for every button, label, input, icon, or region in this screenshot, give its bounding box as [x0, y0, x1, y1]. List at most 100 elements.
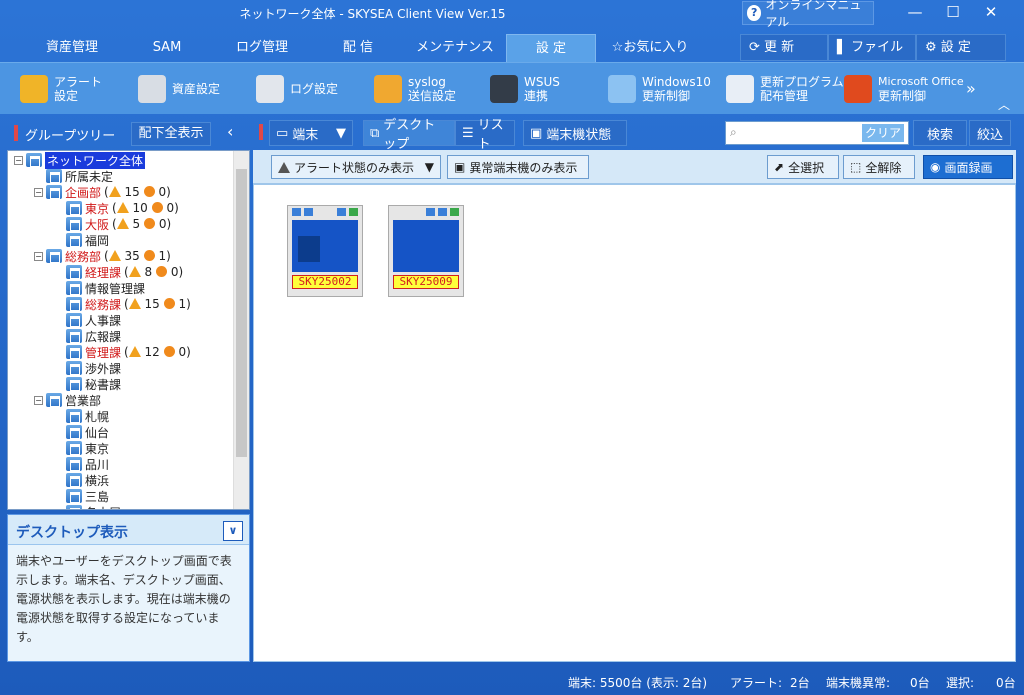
record-icon: ◉	[930, 160, 941, 174]
tree-node-label: 所属未定	[65, 169, 114, 184]
tree-node[interactable]: − 営業部	[34, 392, 101, 408]
collapse-pane-icon[interactable]: ‹	[227, 122, 233, 141]
tree-node[interactable]: 東京( 10 0)	[54, 200, 179, 216]
warning-icon	[108, 250, 121, 261]
gear-icon: ⚙	[925, 40, 941, 55]
close-icon[interactable]: ✕	[972, 0, 1010, 24]
refresh-button[interactable]: ⟳ 更 新	[740, 34, 828, 61]
alert-settings-button[interactable]: アラート 設定	[20, 73, 102, 105]
error-count: 1	[178, 297, 187, 311]
maximize-icon[interactable]: ☐	[934, 0, 972, 24]
tab-maintenance[interactable]: メンテナンス	[408, 34, 502, 62]
error-icon	[143, 250, 155, 261]
tree-node[interactable]: 秘書課	[54, 376, 121, 392]
error-count: 0	[166, 201, 175, 215]
desktop-icon: ⧉	[370, 125, 380, 141]
collapse-toggle-icon[interactable]: −	[34, 187, 43, 197]
tab-log-management[interactable]: ログ管理	[220, 34, 304, 62]
search-button[interactable]: 検索	[913, 120, 967, 146]
tree-node[interactable]: 経理課( 8 0)	[54, 264, 183, 280]
error-count: 0	[158, 185, 167, 199]
search-input[interactable]	[748, 124, 858, 142]
tree-node[interactable]: − 総務部( 35 1)	[34, 248, 171, 264]
desktop-view-button[interactable]: ⧉ デスクトップ	[363, 118, 455, 152]
tree-node-label: 品川	[85, 457, 110, 472]
abnormal-only-label: 異常端末機のみ表示	[469, 160, 578, 175]
office-icon	[844, 75, 872, 103]
tree-node[interactable]: 横浜	[54, 472, 109, 488]
tree-node[interactable]: 広報課	[54, 328, 121, 344]
terminal-name: SKY25002	[292, 275, 358, 289]
terminal-count: 端末: 5500台 (表示: 2台)	[568, 676, 708, 690]
terminal-dropdown[interactable]: ▭ 端末 ▼	[269, 120, 353, 146]
terminal-card[interactable]: SKY25009	[388, 205, 464, 297]
status-bar: 端末: 5500台 (表示: 2台) アラート: 2台 端末機異常: 0台 選択…	[0, 666, 1024, 695]
tree-node[interactable]: 福岡	[54, 232, 109, 248]
deselect-all-label: 全解除	[865, 160, 902, 175]
tree-node[interactable]: − 企画部( 15 0)	[34, 184, 171, 200]
tree-node[interactable]: 仙台	[54, 424, 109, 440]
tab-asset-management[interactable]: 資産管理	[26, 34, 118, 62]
warning-count: 15	[144, 297, 160, 311]
minimize-icon[interactable]: —	[896, 0, 934, 24]
tab-sam[interactable]: SAM	[128, 34, 206, 62]
file-button[interactable]: ▌ ファイル	[828, 34, 916, 61]
asset-settings-button[interactable]: 資産設定	[138, 73, 220, 105]
update-program-button[interactable]: 更新プログラム 配布管理	[726, 73, 844, 105]
tab-favorites[interactable]: ☆お気に入り	[602, 34, 698, 62]
windows10-button[interactable]: Windows10 更新制御	[608, 73, 711, 105]
tree-node[interactable]: 品川	[54, 456, 109, 472]
tree-node[interactable]: 大阪( 5 0)	[54, 216, 171, 232]
tree-node[interactable]: 名古屋	[54, 504, 121, 509]
terminal-name: SKY25009	[393, 275, 459, 289]
filter-button[interactable]: 絞込	[969, 120, 1011, 146]
collapse-ribbon-icon[interactable]: ︿	[998, 89, 1010, 121]
wsus-button[interactable]: WSUS 連携	[490, 73, 560, 105]
list-view-button[interactable]: ☰ リスト	[455, 118, 515, 152]
ribbon-label: アラート	[54, 75, 103, 89]
office-button[interactable]: Microsoft Office 更新制御	[844, 73, 964, 105]
syslog-button[interactable]: syslog 送信設定	[374, 73, 456, 105]
tree-node[interactable]: 情報管理課	[54, 280, 145, 296]
tree-scrollbar-thumb[interactable]	[236, 169, 247, 457]
collapse-toggle-icon[interactable]: −	[14, 155, 23, 165]
collapse-toggle-icon[interactable]: −	[34, 251, 43, 261]
select-all-button[interactable]: ⬈ 全選択	[767, 155, 839, 179]
power-icon	[349, 208, 358, 216]
tree-node[interactable]: 管理課( 12 0)	[54, 344, 191, 360]
chevron-down-icon[interactable]: ∨	[223, 521, 243, 541]
online-manual-button[interactable]: ? オンラインマニュアル	[742, 0, 874, 29]
settings-button[interactable]: ⚙ 設 定	[916, 34, 1006, 61]
terminal-card[interactable]: SKY25002	[287, 205, 363, 297]
expand-all-button[interactable]: 配下全表示	[131, 122, 211, 146]
log-settings-button[interactable]: ログ設定	[256, 73, 338, 105]
tree-node[interactable]: 三島	[54, 488, 109, 504]
pane-marker	[259, 124, 263, 140]
abnormal-only-button[interactable]: ▣ 異常端末機のみ表示	[447, 155, 589, 179]
collapse-toggle-icon[interactable]: −	[34, 395, 43, 405]
tree-node[interactable]: − ネットワーク全体	[14, 151, 146, 169]
terminal-state-button[interactable]: ▣ 端末機状態	[523, 120, 627, 146]
selected-label: 選択:	[946, 676, 975, 690]
tree-scrollbar[interactable]	[233, 151, 249, 509]
clear-button[interactable]: クリア	[862, 124, 904, 142]
tree-node[interactable]: 所属未定	[34, 168, 113, 184]
tree-node[interactable]: 渉外課	[54, 360, 121, 376]
tree-node[interactable]: 東京	[54, 440, 109, 456]
tree-node[interactable]: 総務課( 15 1)	[54, 296, 191, 312]
deselect-all-button[interactable]: ⬚ 全解除	[843, 155, 915, 179]
error-count: 0	[170, 265, 179, 279]
alert-only-button[interactable]: アラート状態のみ表示 ▼	[271, 155, 441, 179]
pc-icon	[426, 208, 435, 216]
description-header: デスクトップ表示 ∨	[8, 515, 249, 545]
group-icon	[66, 201, 82, 215]
update-program-icon	[726, 75, 754, 103]
tree-node[interactable]: 札幌	[54, 408, 109, 424]
ribbon-more-icon[interactable]: »	[966, 73, 976, 105]
group-icon	[66, 409, 82, 423]
tab-distribution[interactable]: 配 信	[320, 34, 396, 62]
tree-node-label: 東京	[85, 441, 110, 456]
screen-record-button[interactable]: ◉ 画面録画	[923, 155, 1013, 179]
tree-node[interactable]: 人事課	[54, 312, 121, 328]
tab-settings[interactable]: 設 定	[506, 34, 596, 62]
